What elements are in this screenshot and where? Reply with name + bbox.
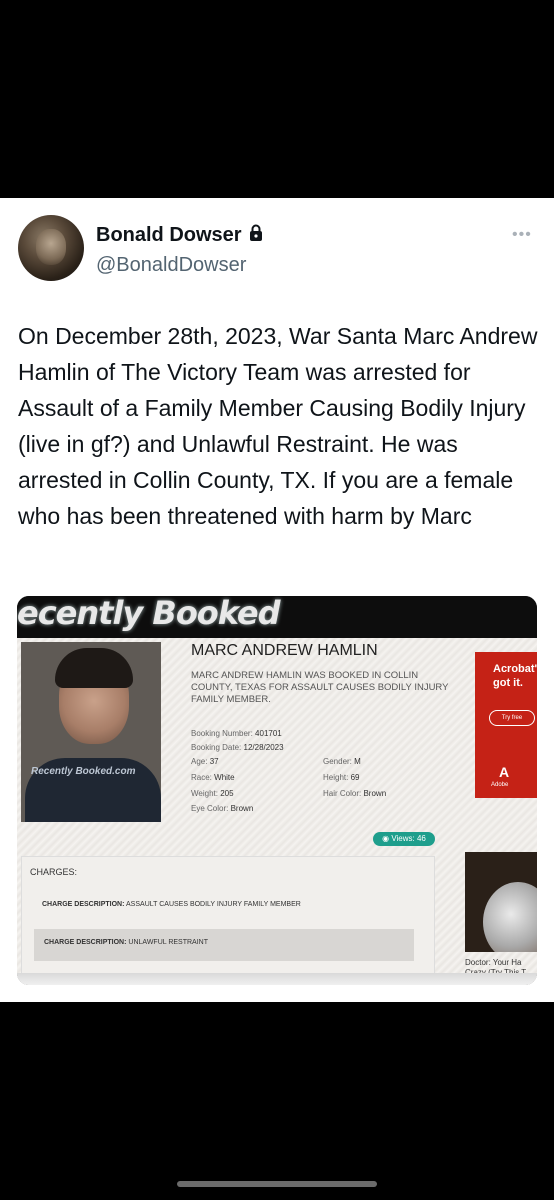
avatar[interactable] <box>18 215 84 281</box>
related-article-image[interactable] <box>465 852 537 952</box>
adobe-logo-icon: A <box>499 764 510 780</box>
user-handle[interactable]: @BonaldDowser <box>96 254 246 277</box>
race-field: Race: White <box>191 773 235 782</box>
weight-field: Weight: 205 <box>191 789 234 798</box>
site-banner-text: ecently Booked <box>17 596 281 632</box>
views-badge: ◉ Views: 46 <box>373 832 435 846</box>
height-field: Height: 69 <box>323 773 360 782</box>
photo-watermark: Recently Booked.com <box>31 766 136 777</box>
site-banner: ecently Booked <box>17 596 537 638</box>
lock-icon <box>248 224 264 248</box>
acrobat-ad[interactable]: Acrobat' got it. Try free A Adobe <box>475 652 537 798</box>
booking-summary: MARC ANDREW HAMLIN WAS BOOKED IN COLLIN … <box>191 670 449 705</box>
hair-color-field: Hair Color: Brown <box>323 789 387 798</box>
display-name[interactable]: Bonald Dowser <box>96 224 264 248</box>
charge-row: CHARGE DESCRIPTION: UNLAWFUL RESTRAINT <box>34 929 414 961</box>
charge-row: CHARGE DESCRIPTION: ASSAULT CAUSES BODIL… <box>42 901 301 908</box>
eye-color-field: Eye Color: Brown <box>191 804 254 813</box>
tweet-text: On December 28th, 2023, War Santa Marc A… <box>18 323 538 529</box>
home-indicator[interactable] <box>177 1181 377 1187</box>
attached-image[interactable]: ecently Booked Recently Booked.com MARC … <box>17 596 537 985</box>
try-free-button[interactable]: Try free <box>489 710 535 726</box>
taskbar <box>17 973 537 985</box>
mugshot-photo: Recently Booked.com <box>21 642 161 822</box>
charges-heading: CHARGES: <box>30 867 78 877</box>
more-options-icon[interactable]: ••• <box>512 226 532 244</box>
booking-page: Recently Booked.com MARC ANDREW HAMLIN M… <box>17 638 537 985</box>
eye-icon: ◉ <box>382 834 390 843</box>
gender-field: Gender: M <box>323 757 361 766</box>
charges-section: CHARGES: CHARGE DESCRIPTION: ASSAULT CAU… <box>21 856 435 983</box>
tweet-card: Bonald Dowser @BonaldDowser ••• On Decem… <box>0 198 554 1002</box>
booking-date-field: Booking Date: 12/28/2023 <box>191 743 284 752</box>
booking-number-field: Booking Number: 401701 <box>191 729 282 738</box>
age-field: Age: 37 <box>191 757 219 766</box>
inmate-name: MARC ANDREW HAMLIN <box>191 642 378 659</box>
